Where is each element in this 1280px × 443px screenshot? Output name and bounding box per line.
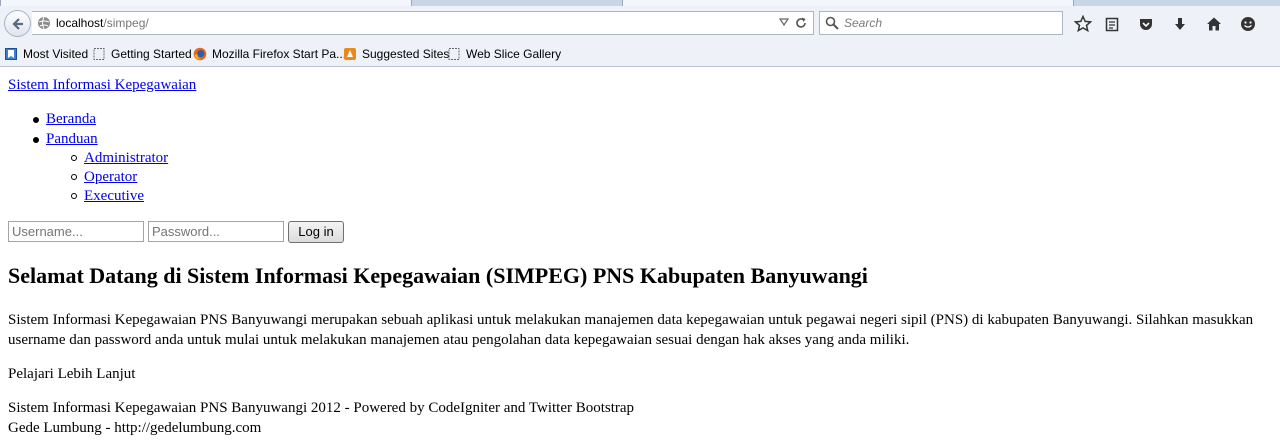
bookmark-label: Mozilla Firefox Start Pa... [212,47,347,61]
footer-line-2: Gede Lumbung - http://gedelumbung.com [8,420,262,436]
bookmark-label: Getting Started [111,47,192,61]
hello-button[interactable] [1238,14,1258,34]
reload-icon[interactable] [794,16,808,30]
bullet [71,155,77,161]
nav-link-beranda[interactable]: Beranda [46,111,96,127]
search-icon [825,16,839,30]
nav-link-executive[interactable]: Executive [84,188,144,204]
home-button[interactable] [1204,14,1224,34]
url-dropdown-icon[interactable] [779,17,789,27]
intro-line-2: username dan password anda untuk mulai u… [8,332,910,348]
nav-subitem-executive: Executive [71,188,144,205]
intro-line-1: Sistem Informasi Kepegawaian PNS Banyuwa… [8,312,1254,328]
nav-item-panduan: Panduan [33,131,98,148]
suggested-sites-icon [343,47,357,61]
search-placeholder: Search [844,16,883,30]
url-bar[interactable]: localhost/simpeg/ [32,11,814,35]
login-button[interactable]: Log in [288,221,344,243]
nav-link-panduan[interactable]: Panduan [46,131,98,147]
download-arrow-icon [1175,18,1185,30]
smiley-icon [1241,17,1255,31]
back-arrow-icon [11,17,23,30]
site-title-link[interactable]: Sistem Informasi Kepegawaian [8,77,196,94]
nav-link-administrator[interactable]: Administrator [84,150,168,166]
bookmarks-toolbar: Most Visited Getting Started Mozilla Fir… [0,40,1280,67]
bullet [33,117,39,123]
bullet [71,174,77,180]
bookmark-label: Suggested Sites [362,47,450,61]
bookmark-suggested-sites[interactable]: Suggested Sites [343,46,449,62]
bookmark-most-visited[interactable]: Most Visited [4,46,88,62]
star-icon [1074,15,1092,33]
username-input[interactable] [8,221,144,242]
pocket-button[interactable] [1136,14,1156,34]
bookmark-firefox-start[interactable]: Mozilla Firefox Start Pa... [193,46,346,62]
page-icon [92,47,106,61]
bookmarks-folder-icon [4,47,18,61]
page-icon [447,47,461,61]
nav-subitem-operator: Operator [71,169,137,186]
page-title: Selamat Datang di Sistem Informasi Kepeg… [8,263,868,288]
pocket-icon [1140,19,1152,30]
bookmark-web-slice-gallery[interactable]: Web Slice Gallery [447,46,561,62]
learn-more-text: Pelajari Lebih Lanjut [8,366,136,382]
home-icon [1207,17,1221,31]
search-bar[interactable]: Search [819,11,1063,35]
back-button[interactable] [4,10,31,37]
reading-list-button[interactable] [1102,14,1122,34]
page-content: Sistem Informasi Kepegawaian Beranda Pan… [0,67,1280,443]
url-text: localhost/simpeg/ [56,16,149,30]
bullet [33,137,39,143]
nav-link-operator[interactable]: Operator [84,169,137,185]
bookmark-star-button[interactable] [1073,14,1093,34]
navigation-toolbar: localhost/simpeg/ Search [0,6,1280,40]
bookmark-label: Most Visited [23,47,89,61]
bookmark-label: Web Slice Gallery [466,47,562,61]
nav-item-beranda: Beranda [33,111,96,128]
password-input[interactable] [148,221,284,242]
footer: Sistem Informasi Kepegawaian PNS Banyuwa… [8,398,1280,438]
firefox-icon [193,47,207,61]
nav-subitem-administrator: Administrator [71,150,168,167]
globe-icon [38,16,50,30]
bullet [71,193,77,199]
clipboard-icon [1105,17,1119,32]
intro-paragraph: Sistem Informasi Kepegawaian PNS Banyuwa… [8,310,1280,350]
bookmark-getting-started[interactable]: Getting Started [92,46,192,62]
footer-line-1: Sistem Informasi Kepegawaian PNS Banyuwa… [8,400,635,416]
downloads-button[interactable] [1170,14,1190,34]
